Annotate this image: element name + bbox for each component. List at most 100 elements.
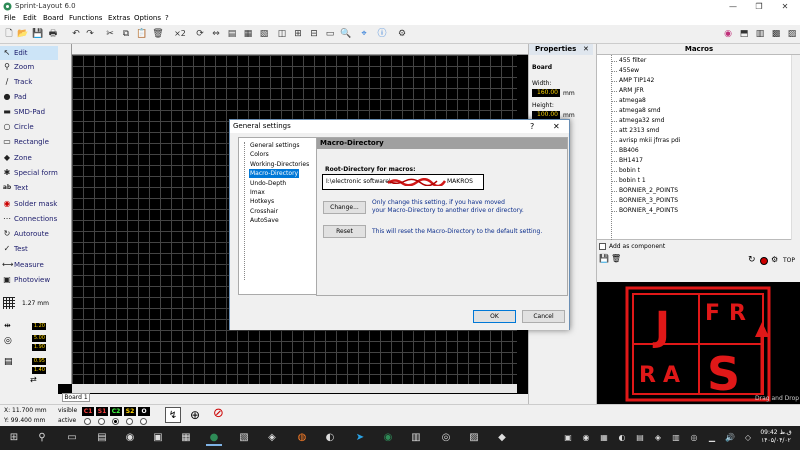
tray-icon-1[interactable]: ▣ bbox=[560, 430, 576, 446]
sprint-layout-taskbar-icon[interactable]: ● bbox=[206, 430, 222, 446]
height-value[interactable]: 100.00 bbox=[532, 111, 560, 119]
drill-icon[interactable]: ▩ bbox=[770, 28, 782, 40]
nav-item-general-settings[interactable]: General settings bbox=[249, 141, 300, 150]
nav-item-imax[interactable]: Imax bbox=[249, 188, 266, 197]
macro-item[interactable]: atmega8 smd bbox=[619, 107, 661, 114]
macro-item[interactable]: BORNIER_3_POINTS bbox=[619, 197, 678, 204]
macro-item[interactable]: bobin t bbox=[619, 167, 640, 174]
menu-extras[interactable]: Extras bbox=[108, 14, 130, 22]
reset-button[interactable]: Reset bbox=[323, 225, 366, 238]
info-icon[interactable]: ⓘ bbox=[376, 28, 388, 40]
macro-item[interactable]: atmega32 smd bbox=[619, 117, 664, 124]
print-icon[interactable]: 🖶 bbox=[47, 28, 59, 40]
track-mode-icon[interactable]: ↯ bbox=[165, 407, 181, 423]
firefox-icon[interactable]: ◍ bbox=[294, 430, 310, 446]
active-s1-radio[interactable] bbox=[98, 418, 105, 425]
cut-icon[interactable]: ✂ bbox=[104, 28, 116, 40]
active-o-radio[interactable] bbox=[140, 418, 147, 425]
horizontal-scrollbar[interactable] bbox=[72, 384, 517, 393]
tool-edit[interactable]: ↖ Edit bbox=[0, 46, 58, 60]
color-dot-icon[interactable] bbox=[760, 257, 768, 265]
app-taskbar-icon-2[interactable]: ▣ bbox=[150, 430, 166, 446]
tool-photoview[interactable]: ▣ Photoview bbox=[0, 273, 58, 287]
zoom-factor-button[interactable]: ×2 bbox=[172, 28, 188, 40]
nav-item-crosshair[interactable]: Crosshair bbox=[249, 207, 279, 216]
explorer-icon[interactable]: ▤ bbox=[94, 430, 110, 446]
nav-item-macro-directory[interactable]: Macro-Directory bbox=[249, 169, 300, 179]
open-folder-icon[interactable]: 📂 bbox=[17, 28, 29, 40]
layer-o-button[interactable]: O bbox=[138, 407, 150, 416]
windows-start-icon[interactable]: ⊞ bbox=[6, 430, 22, 446]
macro-item[interactable]: AMP TIP142 bbox=[619, 77, 654, 84]
app-taskbar-icon-4[interactable]: ▧ bbox=[236, 430, 252, 446]
menu-edit[interactable]: Edit bbox=[23, 14, 37, 22]
pad-outer-value[interactable]: 5.00 bbox=[32, 335, 46, 342]
close-properties-icon[interactable]: ✕ bbox=[583, 45, 589, 53]
tray-icon-6[interactable]: ◈ bbox=[650, 430, 666, 446]
nav-item-working-directories[interactable]: Working-Directories bbox=[249, 160, 310, 169]
settings-gear-icon[interactable]: ⚙ bbox=[396, 28, 408, 40]
app-taskbar-icon-5[interactable]: ◈ bbox=[264, 430, 280, 446]
no-rubberband-icon[interactable]: ⊘ bbox=[213, 406, 224, 421]
grid-value[interactable]: 1.27 mm bbox=[22, 300, 49, 307]
rotate-icon[interactable]: ⟳ bbox=[194, 28, 206, 40]
grid-icon[interactable]: ⊞ bbox=[292, 28, 304, 40]
paste-icon[interactable]: 📋 bbox=[136, 28, 148, 40]
smd-height-value[interactable]: 1.40 bbox=[32, 367, 46, 374]
nav-item-hotkeys[interactable]: Hotkeys bbox=[249, 197, 275, 206]
tray-icon-3[interactable]: ▦ bbox=[596, 430, 612, 446]
task-view-icon[interactable]: ▭ bbox=[64, 430, 80, 446]
tool-autoroute[interactable]: ↻ Autoroute bbox=[0, 227, 58, 241]
app-taskbar-icon-7[interactable]: ◉ bbox=[380, 430, 396, 446]
board-tab[interactable]: Board 1 bbox=[62, 393, 90, 402]
tool-rectangle[interactable]: ▭ Rectangle bbox=[0, 135, 58, 149]
macro-item[interactable]: att 2313 smd bbox=[619, 127, 659, 134]
tool-measure[interactable]: ⟷ Measure bbox=[0, 258, 58, 272]
tool-zone[interactable]: ◆ Zone bbox=[0, 151, 58, 165]
tool-special-form[interactable]: ✱ Special form bbox=[0, 166, 58, 180]
app-taskbar-icon-10[interactable]: ▨ bbox=[466, 430, 482, 446]
dialog-help-button[interactable]: ? bbox=[530, 120, 534, 133]
save-macro-icon[interactable]: 💾 bbox=[599, 254, 609, 263]
tool-test[interactable]: ✓ Test bbox=[0, 242, 58, 256]
dialog-close-button[interactable]: ✕ bbox=[553, 120, 560, 133]
add-component-checkbox[interactable] bbox=[599, 243, 606, 250]
tray-icon-4[interactable]: ◐ bbox=[614, 430, 630, 446]
menu-options[interactable]: Options bbox=[134, 14, 161, 22]
telegram-icon[interactable]: ➤ bbox=[352, 430, 368, 446]
close-window-button[interactable]: ✕ bbox=[772, 0, 798, 13]
app-taskbar-icon-9[interactable]: ◎ bbox=[438, 430, 454, 446]
delete-icon[interactable]: 🗑 bbox=[152, 28, 164, 40]
macro-item[interactable]: BB406 bbox=[619, 147, 639, 154]
pad-inner-value[interactable]: 1.90 bbox=[32, 344, 46, 351]
tool-smd-pad[interactable]: ▬ SMD-Pad bbox=[0, 105, 58, 119]
language-icon[interactable]: ◇ bbox=[740, 430, 756, 446]
menu-help[interactable]: ? bbox=[165, 14, 169, 22]
search-icon[interactable]: 🔍 bbox=[340, 28, 352, 40]
macro-scrollbar[interactable] bbox=[791, 55, 800, 240]
drc-icon[interactable]: ▨ bbox=[786, 28, 798, 40]
grid-icon[interactable] bbox=[3, 297, 15, 309]
app-taskbar-icon-1[interactable]: ◉ bbox=[122, 430, 138, 446]
gerber-icon[interactable]: ▥ bbox=[754, 28, 766, 40]
tool-connections[interactable]: ⋯ Connections bbox=[0, 212, 58, 226]
align-icon[interactable]: ▤ bbox=[226, 28, 238, 40]
volume-icon[interactable]: 🔊 bbox=[722, 430, 738, 446]
snap-icon[interactable]: ⊟ bbox=[308, 28, 320, 40]
ruler-icon[interactable]: ▭ bbox=[324, 28, 336, 40]
export-icon[interactable]: ⬒ bbox=[738, 28, 750, 40]
top-side-label[interactable]: TOP bbox=[783, 257, 795, 264]
change-button[interactable]: Change... bbox=[323, 201, 366, 214]
macro-path-field[interactable]: I:\electronic software\ MAKROS bbox=[322, 174, 484, 190]
save-icon[interactable]: 💾 bbox=[32, 28, 44, 40]
menu-file[interactable]: File bbox=[4, 14, 16, 22]
tray-icon-5[interactable]: ▤ bbox=[632, 430, 648, 446]
component-icon[interactable]: ⌖ bbox=[358, 28, 370, 40]
maximize-button[interactable]: ❐ bbox=[746, 0, 772, 13]
macro-list[interactable]: 455 filter 455ew AMP TIP142 ARM JFR atmega8 a… bbox=[597, 55, 800, 240]
cancel-button[interactable]: Cancel bbox=[522, 310, 565, 323]
macro-item[interactable]: BORNIER_2_POINTS bbox=[619, 187, 678, 194]
menu-board[interactable]: Board bbox=[43, 14, 64, 22]
smd-width-value[interactable]: 0.95 bbox=[32, 358, 46, 365]
width-value[interactable]: 160.00 bbox=[532, 89, 560, 97]
